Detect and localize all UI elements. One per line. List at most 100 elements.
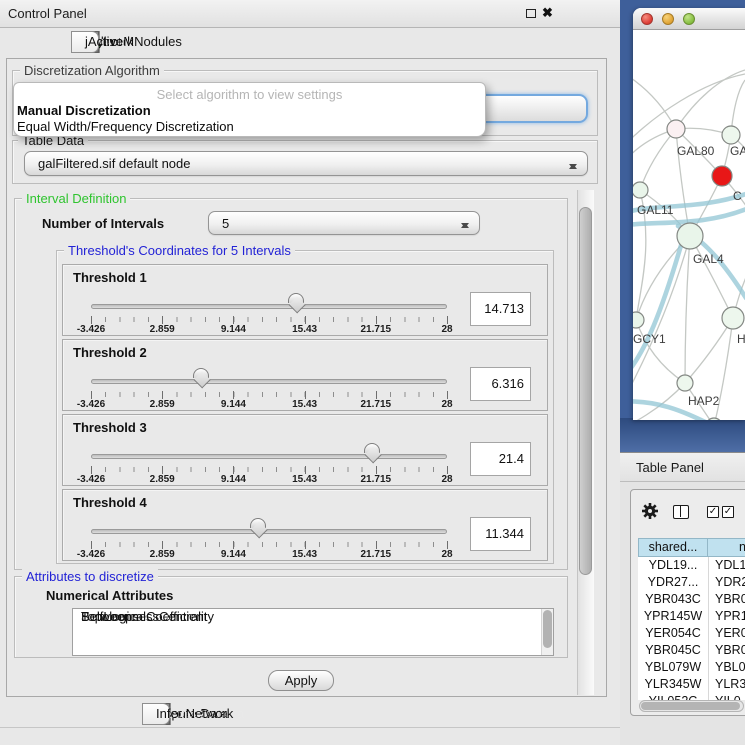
slider-tick-label: 2.859 (150, 324, 175, 335)
panel-title: Control Panel (8, 0, 87, 27)
slider-major-tick (447, 541, 448, 549)
apply-button[interactable]: Apply (268, 670, 334, 691)
threshold-slider-track[interactable] (91, 454, 447, 459)
slider-major-tick (305, 466, 306, 474)
slider-major-tick (233, 391, 234, 399)
slider-major-tick (233, 541, 234, 549)
table-row[interactable]: YBL079WYBL0 (638, 659, 745, 676)
network-node[interactable] (633, 182, 648, 198)
slider-ticks (91, 392, 448, 397)
table-cell-name: YBL0 (708, 659, 745, 676)
table-row[interactable]: YPR145WYPR1 (638, 608, 745, 625)
threshold-panel: Threshold 3-3.4262.8599.14415.4321.71528… (62, 414, 548, 486)
table-header-shared-name[interactable]: shared... (638, 538, 708, 557)
node-label: GAL11 (637, 203, 674, 217)
threshold-slider-thumb[interactable] (364, 443, 380, 453)
split-column-icon[interactable] (673, 505, 689, 519)
algorithm-dropdown-popup: Select algorithm to view settings Manual… (13, 82, 486, 137)
close-light-icon[interactable] (641, 13, 653, 25)
threshold-slider-track[interactable] (91, 304, 447, 309)
network-node[interactable] (677, 223, 703, 249)
network-view-window: GAL80GACGAL11GAL4GCY1HHAP2 (633, 8, 745, 420)
table-row[interactable]: YDR27...YDR2 (638, 574, 745, 591)
table-cell-shared-name: YLR345W (638, 676, 708, 693)
zoom-light-icon[interactable] (683, 13, 695, 25)
threshold-slider-thumb[interactable] (288, 293, 304, 303)
node-label: C (733, 189, 742, 203)
slider-major-tick (305, 316, 306, 324)
node-table: shared...n YDL19...YDL1YDR27...YDR2YBR04… (638, 538, 745, 700)
threshold-value-field[interactable]: 21.4 (470, 442, 531, 476)
checkbox-icon[interactable]: ✓ (722, 506, 734, 518)
tab-jactivemnodules[interactable]: jActiveMNodules (71, 31, 99, 53)
slider-tick-label: 15.43 (292, 474, 317, 485)
algorithm-placeholder-item[interactable]: Select algorithm to view settings (14, 87, 485, 102)
table-cell-name: YBR0 (708, 591, 745, 608)
algorithm-item-manual-discretization[interactable]: Manual Discretization (17, 103, 151, 118)
slider-tick-label: 28 (441, 324, 452, 335)
network-edge (640, 129, 676, 190)
table-cell-shared-name: YBR043C (638, 591, 708, 608)
slider-major-tick (447, 466, 448, 474)
slider-major-tick (162, 316, 163, 324)
table-cell-name: YBR0 (708, 642, 745, 659)
network-node[interactable] (677, 375, 693, 391)
slider-tick-label: 28 (441, 474, 452, 485)
slider-tick-label: -3.426 (77, 549, 105, 560)
slider-tick-label: 15.43 (292, 549, 317, 560)
table-hscrollbar-thumb[interactable] (641, 702, 740, 710)
interval-definition-title: Interval Definition (22, 191, 130, 206)
numerical-attributes-list[interactable]: SelfLoopsTopologicalCoefficientBetweenne… (72, 608, 554, 656)
threshold-value-field[interactable]: 14.713 (470, 292, 531, 326)
table-row[interactable]: YBR043CYBR0 (638, 591, 745, 608)
close-icon[interactable]: ✖ (542, 5, 553, 21)
slider-major-tick (162, 391, 163, 399)
algorithm-item-equal-width-frequency[interactable]: Equal Width/Frequency Discretization (17, 119, 234, 134)
application-window: Control Panel ✖ Network Style Select Cyn… (0, 0, 745, 745)
number-of-intervals-select[interactable]: 5 (208, 211, 480, 235)
table-row[interactable]: YER054CYER0 (638, 625, 745, 642)
panel-scrollbar-thumb[interactable] (579, 207, 592, 575)
panel-divider (0, 727, 620, 728)
table-row[interactable]: YDL19...YDL1 (638, 557, 745, 574)
tab-infer-network[interactable]: Infer Network (142, 703, 170, 725)
network-node[interactable] (712, 166, 732, 186)
node-label: HAP2 (688, 394, 720, 408)
table-row[interactable]: YLR345WYLR3 (638, 676, 745, 693)
table-cell-shared-name: YIL052C (638, 693, 708, 700)
attributes-scrollbar-thumb[interactable] (543, 610, 552, 648)
table-row[interactable]: YIL052CYIL0 (638, 693, 745, 700)
threshold-panel: Threshold 2-3.4262.8599.14415.4321.71528… (62, 339, 548, 411)
threshold-slider-thumb[interactable] (193, 368, 209, 378)
minimize-light-icon[interactable] (662, 13, 674, 25)
numerical-attributes-label: Numerical Attributes (46, 588, 173, 603)
threshold-value-field[interactable]: 11.344 (470, 517, 531, 551)
checkbox-icon[interactable]: ✓ (707, 506, 719, 518)
slider-major-tick (305, 541, 306, 549)
table-cell-shared-name: YDR27... (638, 574, 708, 591)
network-node[interactable] (722, 307, 744, 329)
threshold-panel: Threshold 1-3.4262.8599.14415.4321.71528… (62, 264, 548, 336)
slider-major-tick (376, 391, 377, 399)
network-node[interactable] (722, 126, 740, 144)
table-header-name[interactable]: n (707, 538, 745, 557)
node-label: GAL80 (677, 144, 715, 158)
network-node[interactable] (633, 312, 644, 328)
gear-icon[interactable] (641, 502, 659, 520)
node-label: GCY1 (633, 332, 666, 346)
threshold-slider-track[interactable] (91, 379, 447, 384)
table-data-select[interactable]: galFiltered.sif default node (24, 151, 588, 176)
slider-tick-label: 15.43 (292, 324, 317, 335)
table-row[interactable]: YBR045CYBR0 (638, 642, 745, 659)
float-window-icon[interactable] (526, 9, 536, 18)
number-of-intervals-value: 5 (222, 216, 229, 231)
attribute-list-item[interactable]: BetweennessCentrality (73, 609, 214, 624)
threshold-value-field[interactable]: 6.316 (470, 367, 531, 401)
threshold-slider-thumb[interactable] (250, 518, 266, 528)
slider-major-tick (376, 466, 377, 474)
network-canvas[interactable]: GAL80GACGAL11GAL4GCY1HHAP2 (633, 30, 745, 420)
slider-tick-label: -3.426 (77, 474, 105, 485)
slider-tick-label: -3.426 (77, 324, 105, 335)
network-node[interactable] (667, 120, 685, 138)
threshold-slider-track[interactable] (91, 529, 447, 534)
